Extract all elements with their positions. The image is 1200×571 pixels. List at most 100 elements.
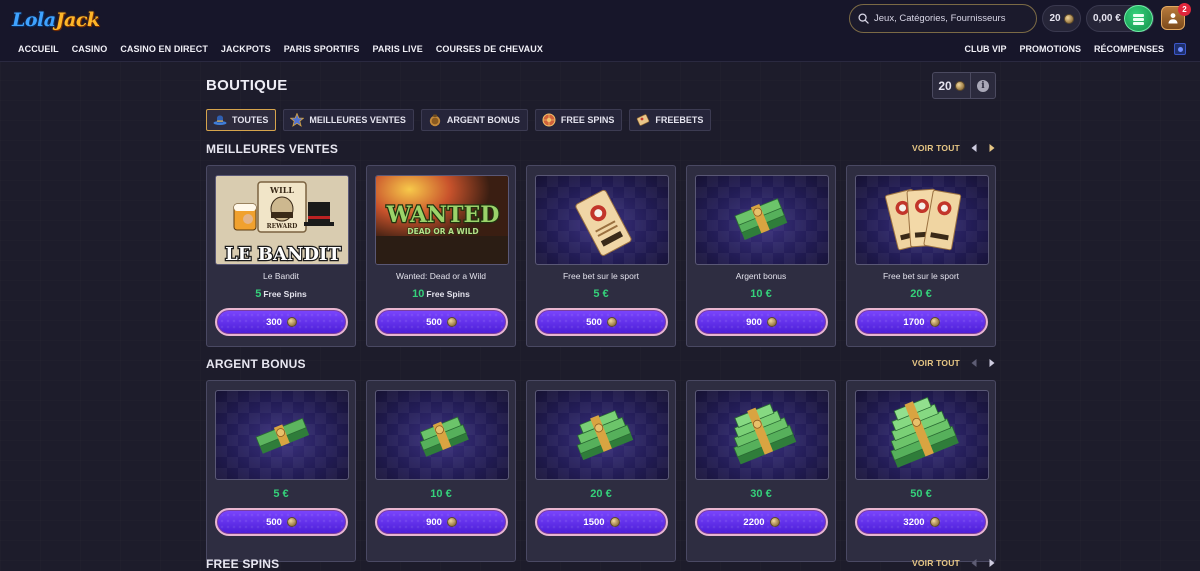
product-value: 10 Free Spins bbox=[367, 288, 515, 300]
product-value: 20 € bbox=[590, 488, 612, 500]
filter-freebets[interactable]: FREEBETS bbox=[629, 109, 712, 131]
price-label: 500 bbox=[266, 516, 282, 528]
buy-button[interactable]: 3200 bbox=[855, 508, 988, 536]
buy-button[interactable]: 500 bbox=[215, 508, 348, 536]
freebet-tickets bbox=[855, 175, 989, 265]
sheriff-star-icon bbox=[290, 113, 305, 127]
voir-tout-link[interactable]: VOIR TOUT bbox=[912, 143, 960, 153]
section-title-meilleures-ventes: MEILLEURES VENTES bbox=[206, 142, 339, 156]
product-card[interactable]: WILL REWARD LE BANDIT Le Bandit 5 Free Sp… bbox=[206, 165, 356, 347]
header-coins-value: 20 bbox=[1049, 13, 1061, 24]
nav-accueil[interactable]: ACCUEIL bbox=[18, 44, 59, 54]
product-card[interactable]: 30 € 2200 bbox=[686, 380, 836, 562]
product-name: Wanted: Dead or a Wild bbox=[396, 271, 486, 281]
chevron-left-icon[interactable] bbox=[968, 142, 980, 154]
product-card[interactable]: 20 € 1500 bbox=[526, 380, 676, 562]
product-card[interactable]: 10 € 900 bbox=[366, 380, 516, 562]
voir-tout-link[interactable]: VOIR TOUT bbox=[912, 358, 960, 368]
settings-toggle-button[interactable] bbox=[1174, 43, 1186, 55]
chevron-right-icon[interactable] bbox=[986, 357, 998, 369]
product-value-number: 5 bbox=[255, 288, 262, 300]
freebet-ticket bbox=[535, 175, 669, 265]
settings-dot-icon bbox=[1177, 46, 1183, 52]
product-card[interactable]: 5 € 500 bbox=[206, 380, 356, 562]
product-card[interactable]: Argent bonus 10 € 900 bbox=[686, 165, 836, 347]
top-header: Lola Jack ACCUEIL CASINO CASINO EN DIRECT… bbox=[0, 0, 1200, 62]
filter-label: TOUTES bbox=[232, 115, 269, 125]
nav-recompenses[interactable]: RÉCOMPENSES bbox=[1094, 44, 1164, 54]
money-stack-5 bbox=[855, 390, 989, 480]
nav-club-vip[interactable]: CLUB VIP bbox=[964, 44, 1006, 54]
price-label: 1500 bbox=[583, 516, 605, 528]
svg-text:DEAD OR A WILD: DEAD OR A WILD bbox=[407, 227, 478, 236]
shop-coin-balance: 20 i bbox=[932, 72, 996, 99]
product-card[interactable]: WANTED DEAD OR A WILD Wanted: Dead or a … bbox=[366, 165, 516, 347]
buy-button[interactable]: 900 bbox=[695, 308, 828, 336]
svg-text:REWARD: REWARD bbox=[267, 223, 298, 230]
buy-button[interactable]: 500 bbox=[375, 308, 508, 336]
filter-toutes[interactable]: TOUTES bbox=[206, 109, 277, 131]
section-title-argent-bonus: ARGENT BONUS bbox=[206, 357, 306, 371]
nav-casino[interactable]: CASINO bbox=[72, 44, 108, 54]
filter-argent-bonus[interactable]: ARGENT BONUS bbox=[420, 109, 528, 131]
money-stack bbox=[695, 175, 829, 265]
money-bag-icon bbox=[428, 113, 442, 127]
product-row-argent-bonus: 5 € 500 10 € 900 20 € 1500 30 € 2200 50 … bbox=[206, 380, 996, 562]
user-icon bbox=[1168, 13, 1178, 24]
le-bandit-game-art: WILL REWARD LE BANDIT bbox=[215, 175, 349, 265]
search-input[interactable] bbox=[874, 13, 1034, 24]
money-stack-4 bbox=[695, 390, 829, 480]
shop-coin-balance-value: 20 bbox=[933, 73, 971, 98]
chevron-left-icon[interactable] bbox=[968, 557, 980, 569]
price-label: 1700 bbox=[903, 316, 925, 328]
filter-meilleures-ventes[interactable]: MEILLEURES VENTES bbox=[283, 109, 414, 131]
buy-button[interactable]: 900 bbox=[375, 508, 508, 536]
nav-courses-de-chevaux[interactable]: COURSES DE CHEVAUX bbox=[436, 44, 543, 54]
chevron-right-icon[interactable] bbox=[986, 142, 998, 154]
buy-button[interactable]: 1700 bbox=[855, 308, 988, 336]
coin-icon bbox=[609, 517, 620, 527]
money-stack-3 bbox=[535, 390, 669, 480]
chevron-right-icon[interactable] bbox=[986, 557, 998, 569]
buy-button[interactable]: 500 bbox=[535, 308, 668, 336]
coin-icon bbox=[446, 517, 457, 527]
search-bar[interactable] bbox=[849, 4, 1037, 33]
nav-paris-sportifs[interactable]: PARIS SPORTIFS bbox=[284, 44, 360, 54]
product-value: 5 € bbox=[593, 288, 609, 300]
lolajack-logo[interactable]: Lola Jack bbox=[12, 7, 100, 33]
product-card[interactable]: Free bet sur le sport 20 € 1700 bbox=[846, 165, 996, 347]
coin-icon bbox=[286, 317, 297, 327]
section-title-free-spins: FREE SPINS bbox=[206, 557, 280, 571]
product-name: Argent bonus bbox=[735, 271, 787, 281]
price-label: 3200 bbox=[903, 516, 925, 528]
chevron-left-icon[interactable] bbox=[968, 357, 980, 369]
buy-button[interactable]: 2200 bbox=[695, 508, 828, 536]
svg-text:LE BANDIT: LE BANDIT bbox=[225, 244, 341, 265]
cash-stack-icon bbox=[1132, 13, 1144, 25]
voir-tout-link[interactable]: VOIR TOUT bbox=[912, 558, 960, 568]
coin-icon bbox=[286, 517, 297, 527]
info-button[interactable]: i bbox=[971, 79, 995, 92]
header-coins[interactable]: 20 bbox=[1042, 5, 1081, 32]
coin-icon bbox=[446, 317, 457, 327]
deposit-button[interactable] bbox=[1124, 5, 1153, 32]
nav-casino-en-direct[interactable]: CASINO EN DIRECT bbox=[120, 44, 208, 54]
product-value: 30 € bbox=[750, 488, 772, 500]
product-name: Le Bandit bbox=[263, 271, 299, 281]
buy-button[interactable]: 1500 bbox=[535, 508, 668, 536]
price-label: 900 bbox=[746, 316, 762, 328]
coin-icon bbox=[606, 317, 617, 327]
section-nav-meilleures-ventes: VOIR TOUT bbox=[912, 142, 998, 154]
nav-promotions[interactable]: PROMOTIONS bbox=[1019, 44, 1081, 54]
nav-jackpots[interactable]: JACKPOTS bbox=[221, 44, 271, 54]
product-name: Free bet sur le sport bbox=[562, 271, 640, 281]
coin-icon bbox=[929, 317, 940, 327]
filter-free-spins[interactable]: FREE SPINS bbox=[534, 109, 623, 131]
product-card[interactable]: Free bet sur le sport 5 € 500 bbox=[526, 165, 676, 347]
money-stack-2 bbox=[375, 390, 509, 480]
product-value: 10 € bbox=[430, 488, 452, 500]
buy-button[interactable]: 300 bbox=[215, 308, 348, 336]
coin-icon bbox=[1063, 13, 1074, 24]
nav-paris-live[interactable]: PARIS LIVE bbox=[372, 44, 422, 54]
product-card[interactable]: 50 € 3200 bbox=[846, 380, 996, 562]
